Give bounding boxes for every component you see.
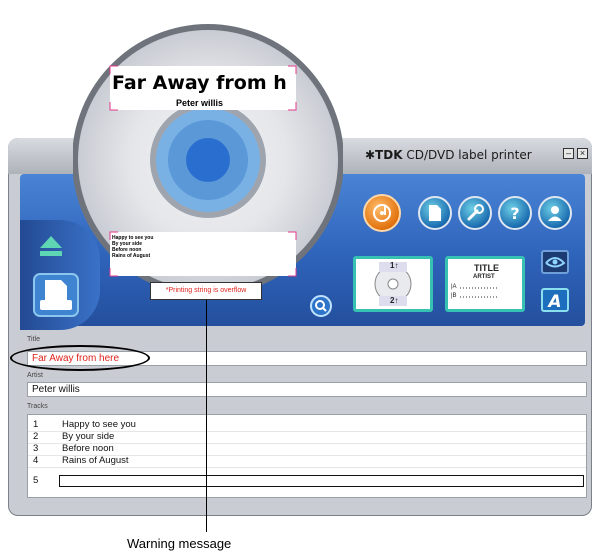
disc-preview	[73, 24, 343, 296]
label-design-icon	[373, 204, 391, 222]
track-row[interactable]: 4 Rains of August	[28, 455, 586, 468]
warning-message: *Printing string is overflow	[150, 282, 262, 300]
track-edit-field[interactable]	[59, 475, 584, 487]
tracks-list: 1 Happy to see you 2 By your side 3 Befo…	[27, 414, 587, 498]
track-number: 4	[33, 455, 39, 466]
text-icon: A	[546, 292, 561, 312]
title-highlight-ellipse	[10, 345, 150, 371]
track-name: Before noon	[62, 443, 114, 454]
app-title-text: CD/DVD label printer	[406, 148, 532, 162]
artist-field[interactable]: Peter willis	[27, 382, 587, 397]
layout-text-thumbnail[interactable]: TITLE ARTIST |A |B	[445, 256, 525, 312]
track-number: 2	[33, 431, 39, 442]
disc-tracks-text: Happy to see you By your side Before noo…	[112, 235, 153, 259]
text-tool-button[interactable]: A	[541, 288, 569, 312]
track-name: By your side	[62, 431, 115, 442]
track-name: Rains of August	[62, 455, 129, 466]
eject-icon	[40, 236, 62, 256]
user-icon	[548, 206, 562, 221]
zoom-icon	[315, 300, 327, 312]
dotted-lines	[460, 287, 498, 298]
help-button[interactable]: ?	[498, 196, 532, 230]
layout-disc-thumbnail[interactable]: 1↑ 2↑	[353, 256, 433, 312]
callout-line	[206, 300, 207, 532]
eye-icon	[545, 257, 566, 268]
help-icon: ?	[510, 204, 519, 223]
track-name: Happy to see you	[62, 419, 136, 430]
close-icon: ×	[579, 148, 586, 158]
minimize-button[interactable]: –	[563, 148, 574, 159]
svg-text:?: ?	[510, 204, 519, 223]
track-number: 3	[33, 443, 39, 454]
disc-artist-text: Peter willis	[176, 98, 224, 108]
new-document-button[interactable]	[418, 196, 452, 230]
thumb-top-label: 1↑	[390, 261, 399, 270]
callout-label: Warning message	[127, 536, 232, 551]
settings-button[interactable]	[458, 196, 492, 230]
disc-title-text: Far Away from h	[112, 72, 287, 94]
app-title: ✱TDK CD/DVD label printer	[365, 148, 532, 162]
tracks-label: Tracks	[27, 403, 48, 410]
preview-button[interactable]	[541, 250, 569, 274]
track-number: 5	[33, 475, 39, 486]
title-label: Title	[27, 336, 40, 343]
brand-logo: ✱TDK	[365, 148, 403, 162]
user-button[interactable]	[538, 196, 572, 230]
zoom-button[interactable]	[310, 295, 332, 317]
svg-text:A: A	[546, 292, 561, 310]
minimize-icon: –	[565, 148, 571, 158]
label-design-button[interactable]	[363, 194, 401, 232]
artist-label: Artist	[27, 372, 43, 379]
wrench-icon	[467, 204, 484, 221]
track-number: 1	[33, 419, 39, 430]
document-icon	[429, 205, 441, 221]
eject-button[interactable]	[32, 228, 70, 266]
close-button[interactable]: ×	[577, 148, 588, 159]
thumb-bottom-label: 2↑	[390, 296, 399, 305]
disc-track-line: Rains of August	[112, 253, 151, 259]
